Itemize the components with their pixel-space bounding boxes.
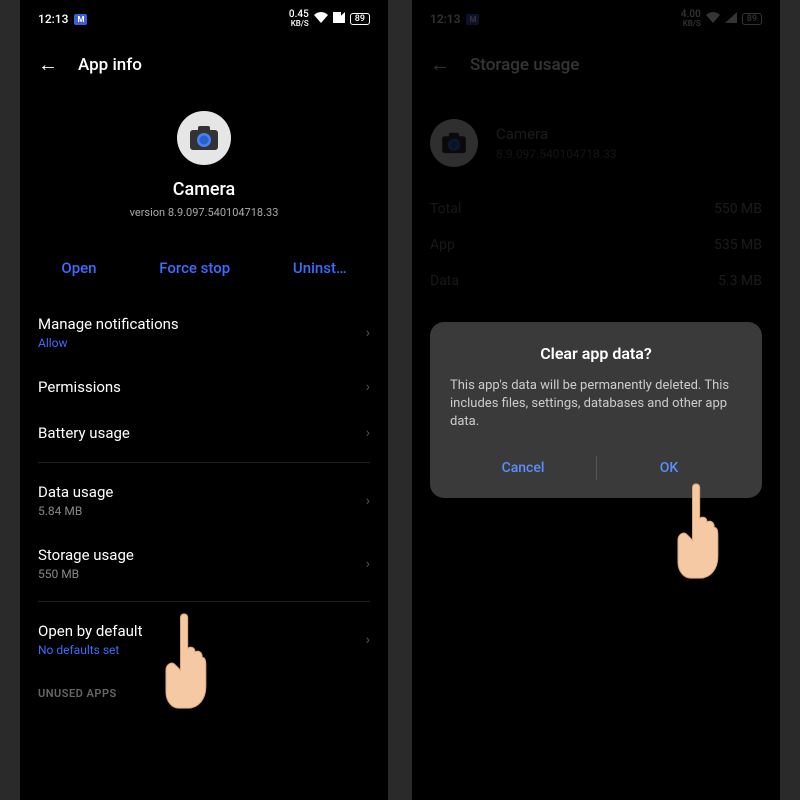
app-version: 8.9.097.540104718.33 [496,147,617,161]
back-arrow-icon[interactable]: ← [430,52,450,77]
signal-icon [725,12,737,26]
m-badge-icon: M [466,14,479,25]
storage-data-row: Data 5.3 MB [412,263,780,299]
header: ← App info [20,34,388,97]
chevron-right-icon: › [366,325,370,341]
header: ← Storage usage [412,34,780,97]
battery-icon: 89 [350,13,370,25]
force-stop-button[interactable]: Force stop [159,259,230,277]
app-header: Camera version 8.9.097.540104718.33 [20,97,388,241]
chevron-right-icon: › [366,493,370,509]
data-usage-item[interactable]: Data usage 5.84 MB › [20,469,388,532]
open-button[interactable]: Open [61,259,96,277]
row-label: App [430,237,455,253]
page-title: App info [78,55,142,75]
item-subtitle: 550 MB [38,567,370,581]
status-bar: 12:13 M 4.00KB/S 89 [412,0,780,34]
data-speed: 4.00KB/S [681,10,701,28]
permissions-item[interactable]: Permissions › [20,364,388,410]
row-value: 550 MB [714,201,762,217]
chevron-right-icon: › [366,556,370,572]
manage-notifications-item[interactable]: Manage notifications Allow › [20,301,388,364]
storage-total-row: Total 550 MB [412,191,780,227]
chevron-right-icon: › [366,632,370,648]
item-title: Storage usage [38,546,370,564]
status-time: 12:13 [38,12,68,26]
chevron-right-icon: › [366,425,370,441]
app-version: version 8.9.097.540104718.33 [130,206,279,219]
app-header: Camera 8.9.097.540104718.33 [412,97,780,191]
data-speed: 0.45KB/S [289,10,309,28]
battery-usage-item[interactable]: Battery usage › [20,410,388,456]
storage-usage-item[interactable]: Storage usage 550 MB › [20,532,388,595]
item-subtitle: 5.84 MB [38,504,370,518]
row-label: Data [430,273,459,289]
status-bar: 12:13 M 0.45KB/S 89 [20,0,388,34]
wifi-icon [706,12,720,26]
divider [38,462,370,463]
item-subtitle: Allow [38,336,370,350]
item-title: Battery usage [38,424,370,442]
divider [38,601,370,602]
chevron-right-icon: › [366,379,370,395]
app-name: Camera [496,125,617,143]
action-row: Open Force stop Uninst… [20,241,388,301]
m-badge-icon: M [74,14,87,25]
app-name: Camera [173,179,236,200]
left-screen: 12:13 M 0.45KB/S 89 ← App info Camera ve… [20,0,388,800]
battery-icon: 89 [742,13,762,25]
status-time: 12:13 [430,12,460,26]
cancel-button[interactable]: Cancel [450,450,596,486]
item-title: Permissions [38,378,370,396]
uninstall-button[interactable]: Uninst… [293,259,347,277]
pointing-finger-icon [672,480,722,580]
item-title: Manage notifications [38,315,370,333]
row-value: 535 MB [714,237,762,253]
camera-app-icon [177,111,231,165]
dialog-body: This app's data will be permanently dele… [450,377,742,432]
page-title: Storage usage [470,55,579,75]
wifi-icon [314,12,328,26]
clear-data-dialog: Clear app data? This app's data will be … [430,322,762,498]
row-label: Total [430,201,461,217]
dialog-title: Clear app data? [450,344,742,363]
row-value: 5.3 MB [718,273,762,289]
storage-app-row: App 535 MB [412,227,780,263]
signal-icon [333,12,345,26]
right-screen: 12:13 M 4.00KB/S 89 ← Storage usage Came… [412,0,780,800]
back-arrow-icon[interactable]: ← [38,52,58,77]
item-title: Data usage [38,483,370,501]
camera-app-icon [430,119,478,167]
pointing-finger-icon [160,610,210,710]
